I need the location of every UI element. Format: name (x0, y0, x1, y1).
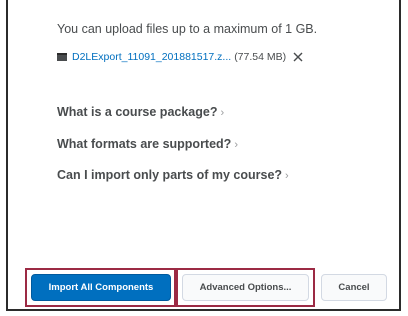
faq-course-package[interactable]: What is a course package? › (57, 105, 224, 119)
faq-label: Can I import only parts of my course? (57, 168, 283, 182)
faq-label: What formats are supported? (57, 137, 232, 151)
dialog-panel (6, 0, 401, 311)
cancel-button[interactable]: Cancel (321, 274, 387, 301)
uploaded-file-link[interactable]: D2LExport_11091_201881517.z... (72, 51, 231, 63)
uploaded-file-size: (77.54 MB) (234, 51, 287, 63)
faq-import-parts[interactable]: Can I import only parts of my course? › (57, 168, 289, 182)
advanced-options-button[interactable]: Advanced Options... (182, 274, 309, 301)
faq-label: What is a course package? (57, 105, 218, 119)
chevron-right-icon: › (285, 170, 289, 182)
file-icon (57, 53, 67, 61)
upload-limit-note: You can upload files up to a maximum of … (57, 22, 318, 36)
uploaded-file-row: D2LExport_11091_201881517.z... (77.54 MB… (57, 51, 303, 63)
page: You can upload files up to a maximum of … (0, 0, 408, 316)
chevron-right-icon: › (234, 139, 238, 151)
import-all-components-button[interactable]: Import All Components (31, 274, 171, 301)
chevron-right-icon: › (220, 107, 225, 119)
close-icon[interactable] (293, 52, 303, 62)
faq-supported-formats[interactable]: What formats are supported? › (57, 137, 238, 151)
